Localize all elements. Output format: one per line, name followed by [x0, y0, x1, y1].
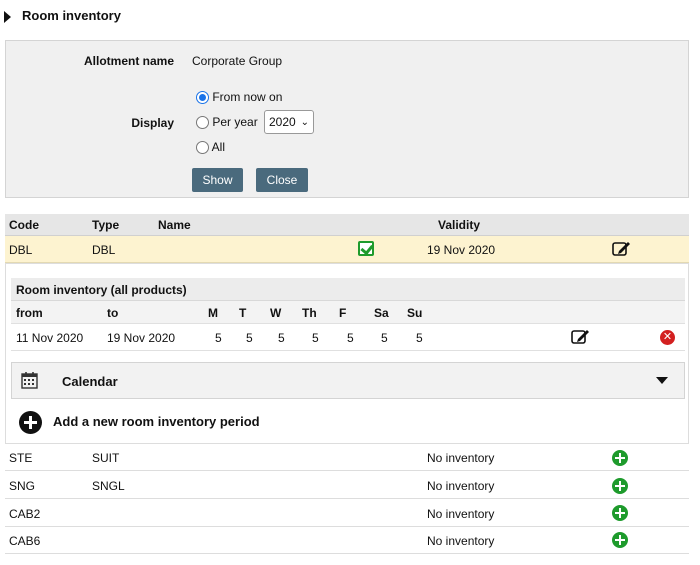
row-code: CAB6	[9, 534, 41, 548]
inv-col-wed: W	[270, 306, 282, 320]
col-code: Code	[9, 218, 39, 232]
chevron-down-icon: ⌄	[300, 117, 309, 128]
radio-per-year[interactable]: Per year	[196, 115, 258, 130]
row-code: CAB2	[9, 507, 41, 521]
radio-label: All	[211, 140, 226, 154]
year-select[interactable]: 2020 ⌄	[264, 110, 314, 134]
inv-col-fri: F	[339, 306, 347, 320]
allotment-value: Corporate Group	[192, 54, 283, 68]
inv-wed: 5	[278, 331, 285, 345]
delete-icon[interactable]: ✕	[660, 330, 675, 345]
edit-icon[interactable]	[571, 328, 590, 348]
radio-label: From now on	[212, 90, 283, 104]
add-inventory-icon[interactable]	[612, 450, 628, 466]
display-label: Display	[131, 116, 174, 130]
row-code: STE	[9, 451, 33, 465]
row-type: SNGL	[92, 479, 125, 493]
radio-icon[interactable]	[196, 116, 209, 130]
add-inventory-icon[interactable]	[612, 505, 628, 521]
calendar-label: Calendar	[62, 374, 118, 389]
row-code: SNG	[9, 479, 36, 493]
inv-mon: 5	[215, 331, 222, 345]
page-title: Room inventory	[22, 8, 121, 23]
radio-all[interactable]: All	[196, 140, 226, 155]
inv-thu: 5	[312, 331, 319, 345]
close-button[interactable]: Close	[256, 168, 308, 192]
inv-col-thu: Th	[302, 306, 317, 320]
inv-sun: 5	[416, 331, 423, 345]
row-type: SUIT	[92, 451, 120, 465]
table-row[interactable]	[5, 527, 689, 554]
col-type: Type	[92, 218, 120, 232]
inv-col-mon: M	[208, 306, 218, 320]
col-validity: Validity	[438, 218, 481, 232]
caret-down-icon[interactable]	[656, 377, 668, 384]
inv-col-tue: T	[239, 306, 247, 320]
show-button[interactable]: Show	[192, 168, 243, 192]
row-validity: No inventory	[427, 507, 495, 521]
add-inventory-icon[interactable]	[612, 478, 628, 494]
inv-sat: 5	[381, 331, 388, 345]
inv-col-sun: Su	[407, 306, 423, 320]
inv-col-sat: Sa	[374, 306, 389, 320]
row-validity: No inventory	[427, 451, 495, 465]
table-row[interactable]	[5, 500, 689, 527]
radio-label: Per year	[212, 115, 258, 129]
inv-col-to: to	[107, 306, 119, 320]
calendar-icon	[21, 371, 38, 392]
add-circle-icon[interactable]	[19, 411, 42, 434]
radio-icon[interactable]	[196, 141, 209, 155]
allotment-label: Allotment name	[83, 54, 174, 68]
inv-from: 11 Nov 2020	[16, 331, 84, 345]
year-value: 2020	[269, 115, 296, 129]
edit-icon[interactable]	[612, 240, 631, 260]
row-code: DBL	[9, 243, 33, 257]
inv-fri: 5	[347, 331, 354, 345]
inventory-title: Room inventory (all products)	[16, 283, 187, 297]
radio-from-now-on[interactable]: From now on	[196, 90, 283, 105]
active-check-icon[interactable]	[358, 241, 374, 256]
inv-to: 19 Nov 2020	[107, 331, 176, 345]
row-validity: 19 Nov 2020	[427, 243, 496, 257]
add-inventory-icon[interactable]	[612, 532, 628, 548]
collapse-triangle-icon[interactable]	[4, 11, 11, 23]
row-validity: No inventory	[427, 534, 495, 548]
radio-selected-icon[interactable]	[196, 91, 209, 105]
row-validity: No inventory	[427, 479, 495, 493]
inv-col-from: from	[16, 306, 43, 320]
row-type: DBL	[92, 243, 116, 257]
add-period-link[interactable]: Add a new room inventory period	[53, 414, 260, 429]
col-name: Name	[158, 218, 191, 232]
inv-tue: 5	[246, 331, 253, 345]
